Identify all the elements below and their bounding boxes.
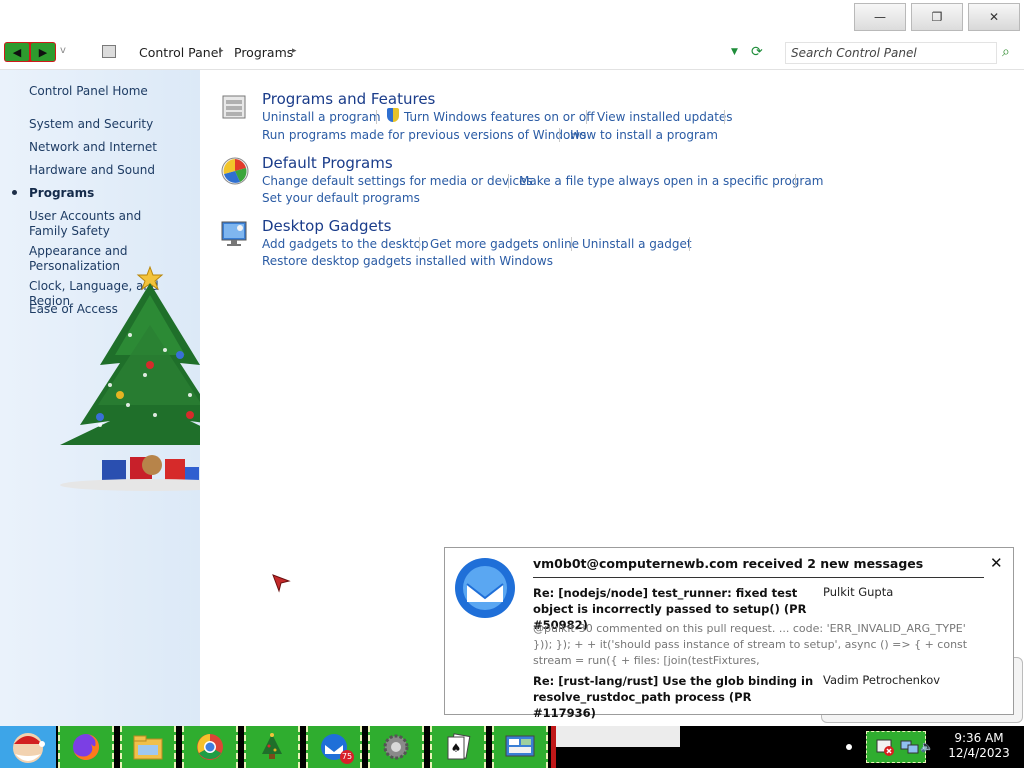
taskbar-christmas-tree[interactable]: [244, 726, 300, 768]
taskbar-control-panel[interactable]: [492, 726, 548, 768]
clock-date: 12/4/2023: [948, 746, 1010, 760]
close-icon: ✕: [988, 10, 1000, 24]
nav-buttons: ◀ ▶: [4, 42, 56, 62]
message-author: Vadim Petrochenkov: [823, 673, 941, 687]
notification-header: vm0b0t@computernewb.com received 2 new m…: [533, 556, 924, 571]
breadcrumb-separator-icon[interactable]: ▸: [292, 46, 297, 56]
mouse-cursor-icon: [272, 574, 291, 593]
message-author: Pulkit Gupta: [823, 585, 894, 599]
thunderbird-icon: [455, 558, 515, 618]
default-programs-icon[interactable]: [220, 156, 250, 186]
link-separator: [419, 237, 420, 251]
sidebar-item-user-accounts[interactable]: User Accounts and Family Safety: [29, 209, 179, 239]
gear-icon: [383, 734, 409, 760]
close-button[interactable]: ✕: [968, 3, 1020, 31]
taskbar-thunderbird[interactable]: 75: [306, 726, 362, 768]
search-input[interactable]: Search Control Panel: [785, 42, 997, 64]
christmas-tree-icon: [262, 733, 282, 759]
firefox-icon: [73, 734, 99, 760]
network-icon[interactable]: [899, 737, 921, 757]
link-file-type[interactable]: Make a file type always open in a specif…: [519, 174, 823, 188]
sidebar-item-hardware[interactable]: Hardware and Sound: [29, 163, 194, 178]
link-uninstall-gadget[interactable]: Uninstall a gadget: [582, 237, 692, 251]
taskbar-chrome[interactable]: [182, 726, 238, 768]
back-button[interactable]: ◀: [5, 43, 29, 61]
sidebar-item-network[interactable]: Network and Internet: [29, 140, 194, 155]
taskbar-solitaire[interactable]: ♠: [430, 726, 486, 768]
link-separator: [508, 174, 509, 188]
link-separator: [795, 174, 796, 188]
taskbar-gear-app[interactable]: [368, 726, 424, 768]
link-set-defaults[interactable]: Set your default programs: [262, 191, 420, 205]
solitaire-icon: ♠: [447, 733, 471, 760]
maximize-button[interactable]: ❐: [911, 3, 963, 31]
link-add-gadgets[interactable]: Add gadgets to the desktop: [262, 237, 429, 251]
mail-notification[interactable]: vm0b0t@computernewb.com received 2 new m…: [444, 547, 1014, 720]
back-arrow-icon: ◀: [12, 45, 22, 59]
message-subject[interactable]: Re: [rust-lang/rust] Use the glob bindin…: [533, 673, 818, 721]
link-separator: [559, 128, 560, 142]
link-restore-gadgets[interactable]: Restore desktop gadgets installed with W…: [262, 254, 553, 268]
volume-icon[interactable]: 🔈: [920, 740, 934, 753]
link-separator: [586, 110, 587, 124]
taskbar-firefox[interactable]: [58, 726, 114, 768]
link-more-gadgets[interactable]: Get more gadgets online: [430, 237, 579, 251]
link-change-defaults[interactable]: Change default settings for media or dev…: [262, 174, 533, 188]
svg-text:♠: ♠: [451, 741, 462, 755]
forward-button[interactable]: ▶: [31, 43, 55, 61]
sidebar-item-system-security[interactable]: System and Security: [29, 117, 194, 132]
shield-icon: [387, 108, 399, 122]
taskbar-file-explorer[interactable]: [120, 726, 176, 768]
taskbar-clock[interactable]: 9:36 AM 12/4/2023: [940, 731, 1018, 761]
breadcrumb-control-panel[interactable]: Control Panel: [139, 45, 222, 60]
control-panel-crumb-icon[interactable]: [102, 45, 116, 58]
search-icon[interactable]: ⌕: [1002, 44, 1010, 60]
taskbar-empty-area: [556, 726, 680, 747]
active-bullet-icon: [12, 190, 17, 195]
unread-count-badge: 75: [340, 750, 354, 764]
breadcrumb-separator-icon[interactable]: ▸: [219, 46, 224, 56]
section-title-desktop-gadgets[interactable]: Desktop Gadgets: [262, 217, 391, 235]
link-separator: [689, 237, 690, 251]
programs-features-icon[interactable]: [220, 92, 250, 122]
sidebar-item-programs[interactable]: Programs: [29, 186, 194, 201]
section-title-programs-features[interactable]: Programs and Features: [262, 90, 435, 108]
link-separator: [724, 110, 725, 124]
action-center-icon[interactable]: [875, 737, 895, 757]
refresh-icon[interactable]: ⟳: [751, 44, 763, 60]
minimize-icon: —: [874, 10, 886, 24]
message-preview: @pulkit-30 commented on this pull reques…: [533, 622, 968, 667]
breadcrumb-programs[interactable]: Programs: [234, 45, 293, 60]
santa-start-icon: [13, 733, 45, 763]
link-installed-updates[interactable]: View installed updates: [597, 110, 733, 124]
restore-icon: ❐: [931, 10, 943, 24]
link-how-to-install[interactable]: How to install a program: [570, 128, 718, 142]
recent-pages-button[interactable]: v: [60, 45, 66, 56]
file-explorer-icon: [133, 735, 163, 760]
control-panel-icon: [505, 735, 535, 757]
link-windows-features[interactable]: Turn Windows features on or off: [404, 110, 595, 124]
section-title-default-programs[interactable]: Default Programs: [262, 154, 393, 172]
notification-divider: [533, 577, 984, 578]
address-dropdown-icon[interactable]: ▼: [731, 47, 738, 57]
sidebar-item-control-panel-home[interactable]: Control Panel Home: [29, 84, 194, 99]
tray-dot-icon: [846, 744, 852, 750]
title-bar: — ❐ ✕: [0, 0, 1024, 36]
link-separator: [376, 110, 377, 124]
notification-close-icon[interactable]: ✕: [990, 554, 1003, 572]
clock-time: 9:36 AM: [954, 731, 1004, 745]
minimize-button[interactable]: —: [854, 3, 906, 31]
chrome-icon: [197, 734, 223, 760]
link-separator: [571, 237, 572, 251]
desktop-gadgets-icon[interactable]: [220, 218, 250, 248]
link-uninstall-program[interactable]: Uninstall a program: [262, 110, 381, 124]
link-previous-versions[interactable]: Run programs made for previous versions …: [262, 128, 586, 142]
system-tray[interactable]: [866, 731, 926, 763]
start-button[interactable]: [0, 726, 56, 768]
forward-arrow-icon: ▶: [38, 45, 48, 59]
